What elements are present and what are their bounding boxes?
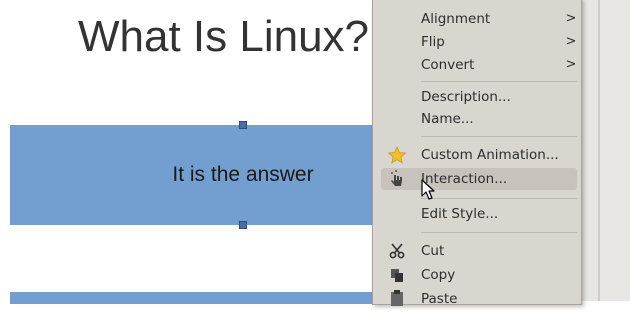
paste-icon [387, 289, 407, 309]
chevron-right-icon: > [565, 34, 577, 49]
menu-item-description[interactable]: Description... [421, 87, 511, 107]
chevron-right-icon: > [565, 11, 577, 26]
resize-handle-bottom[interactable] [239, 221, 247, 229]
chevron-right-icon: > [565, 57, 577, 72]
scissors-icon [387, 241, 407, 261]
menu-item-paste[interactable]: Paste [421, 289, 457, 309]
selected-shape[interactable] [10, 125, 380, 225]
mouse-pointer-icon [421, 179, 437, 205]
menu-separator [421, 136, 577, 137]
context-menu: Alignment > Flip > Convert > Description… [372, 0, 582, 307]
menu-item-flip[interactable]: Flip [421, 32, 445, 52]
side-panel-divider [598, 0, 600, 301]
second-shape[interactable] [10, 292, 380, 304]
menu-item-edit-style[interactable]: Edit Style... [421, 204, 498, 224]
menu-item-alignment[interactable]: Alignment [421, 9, 490, 29]
menu-separator [421, 81, 577, 82]
resize-handle-top[interactable] [239, 121, 247, 129]
menu-item-name[interactable]: Name... [421, 109, 474, 129]
menu-item-custom-animation[interactable]: Custom Animation... [421, 145, 559, 165]
copy-icon [387, 265, 407, 285]
menu-separator [421, 198, 577, 199]
menu-item-cut[interactable]: Cut [421, 241, 444, 261]
menu-item-copy[interactable]: Copy [421, 265, 455, 285]
star-icon [387, 145, 407, 165]
menu-item-convert[interactable]: Convert [421, 55, 474, 75]
slide-title[interactable]: What Is Linux? [78, 12, 369, 62]
interaction-hand-icon [387, 169, 407, 189]
menu-separator [421, 232, 577, 233]
